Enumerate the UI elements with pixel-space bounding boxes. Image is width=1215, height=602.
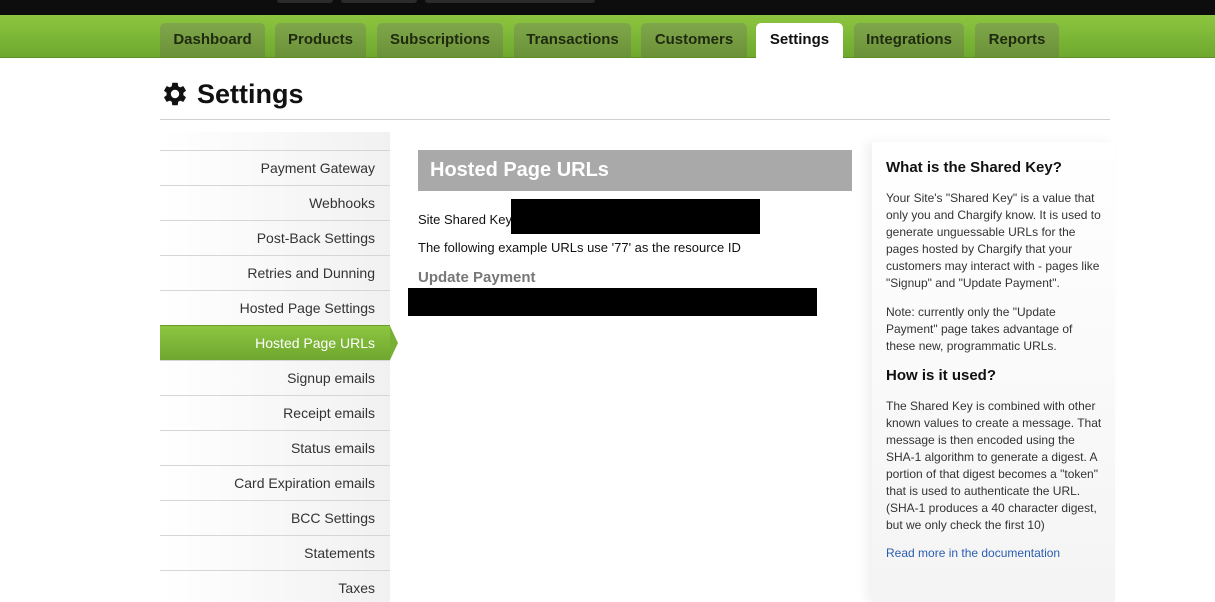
sidebar-item-taxes[interactable]: Taxes xyxy=(160,570,390,602)
shared-key-label: Site Shared Key: xyxy=(418,212,516,227)
tab-integrations[interactable]: Integrations xyxy=(854,23,964,57)
page-title-text: Settings xyxy=(197,78,304,109)
tab-subscriptions[interactable]: Subscriptions xyxy=(377,23,503,57)
sidebar-item-statements[interactable]: Statements xyxy=(160,535,390,570)
sidebar-item-webhooks[interactable]: Webhooks xyxy=(160,185,390,220)
help-paragraph: The Shared Key is combined with other kn… xyxy=(886,399,1102,532)
sidebar-item-card-expiration-emails[interactable]: Card Expiration emails xyxy=(160,465,390,500)
update-payment-heading: Update Payment xyxy=(418,269,536,286)
top-bar-control[interactable] xyxy=(277,0,333,3)
tab-transactions[interactable]: Transactions xyxy=(514,23,631,57)
title-divider xyxy=(160,119,1110,120)
documentation-link[interactable]: Read more in the documentation xyxy=(886,546,1105,560)
tab-customers[interactable]: Customers xyxy=(641,23,747,57)
sidebar-item-payment-gateway[interactable]: Payment Gateway xyxy=(160,150,390,185)
sidebar-item-post-back-settings[interactable]: Post-Back Settings xyxy=(160,220,390,255)
sidebar-item-receipt-emails[interactable]: Receipt emails xyxy=(160,395,390,430)
tab-dashboard[interactable]: Dashboard xyxy=(160,23,265,57)
sidebar-item-retries-and-dunning[interactable]: Retries and Dunning xyxy=(160,255,390,290)
tab-reports[interactable]: Reports xyxy=(975,23,1059,57)
help-paragraph: Your Site's "Shared Key" is a value that… xyxy=(886,191,1101,290)
top-bar-control[interactable] xyxy=(341,0,417,3)
help-question-usage: How is it used? xyxy=(886,367,997,384)
tab-products[interactable]: Products xyxy=(275,23,366,57)
top-bar-control[interactable] xyxy=(425,0,595,3)
update-payment-url-redacted xyxy=(408,288,817,316)
page-title: Settings xyxy=(161,76,304,112)
sidebar-item-signup-emails[interactable]: Signup emails xyxy=(160,360,390,395)
help-panel: What is the Shared Key? Your Site's "Sha… xyxy=(872,142,1115,602)
tab-settings[interactable]: Settings xyxy=(756,23,843,59)
help-question-shared-key: What is the Shared Key? xyxy=(886,159,1062,176)
top-bar xyxy=(0,0,1215,15)
gear-icon xyxy=(164,82,186,106)
sidebar-item-status-emails[interactable]: Status emails xyxy=(160,430,390,465)
settings-sidebar: Payment Gateway Webhooks Post-Back Setti… xyxy=(160,132,398,602)
main-nav: Dashboard Products Subscriptions Transac… xyxy=(0,15,1215,59)
sidebar-item-hosted-page-settings[interactable]: Hosted Page Settings xyxy=(160,290,390,325)
sidebar-item-hosted-page-urls[interactable]: Hosted Page URLs xyxy=(160,325,398,360)
section-header: Hosted Page URLs xyxy=(418,150,852,191)
sidebar-item-bcc-settings[interactable]: BCC Settings xyxy=(160,500,390,535)
shared-key-value-redacted xyxy=(511,199,760,234)
help-note: Note: currently only the "Update Payment… xyxy=(886,305,1073,353)
example-note: The following example URLs use '77' as t… xyxy=(418,240,741,255)
